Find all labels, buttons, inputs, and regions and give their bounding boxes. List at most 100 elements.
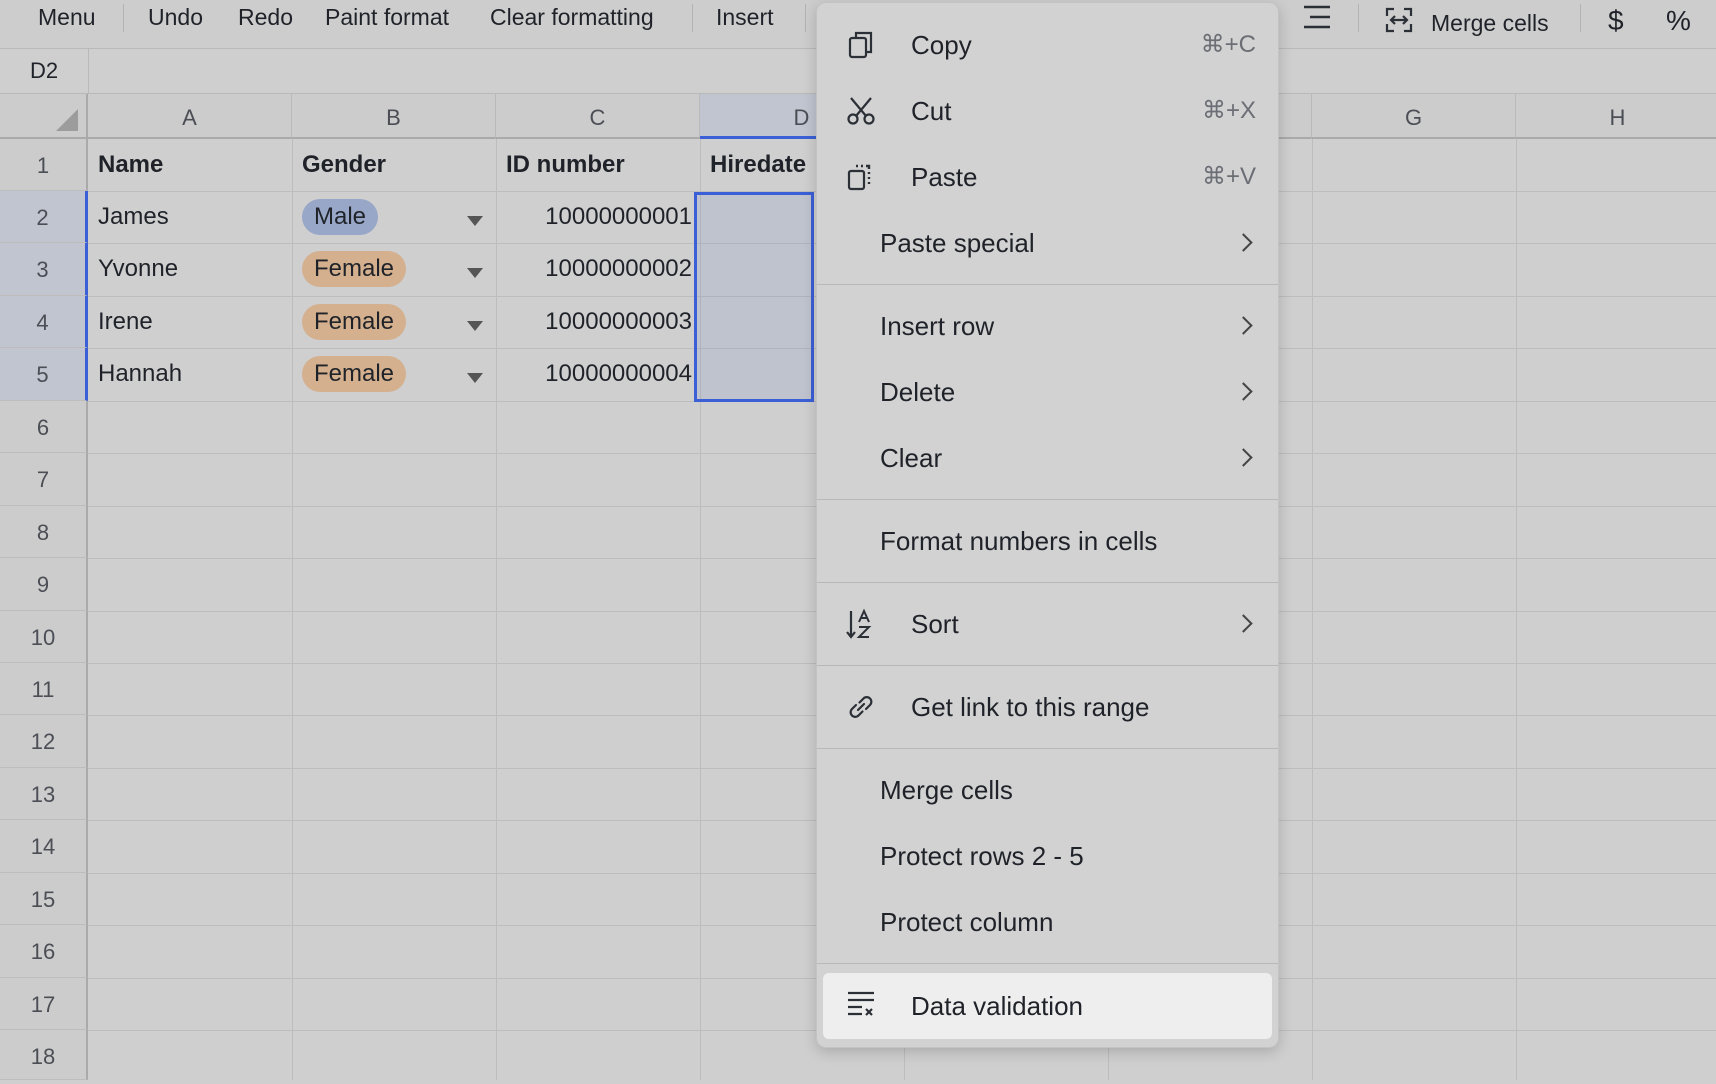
cell-name[interactable]: Hannah	[98, 348, 288, 400]
menu-button[interactable]: Menu	[38, 0, 96, 34]
dropdown-arrow-icon[interactable]	[467, 373, 483, 383]
insert-button[interactable]: Insert	[716, 0, 774, 34]
menu-item-label: Insert row	[880, 311, 995, 341]
row-header-6[interactable]: 6	[0, 401, 88, 453]
percent-format-button[interactable]: %	[1666, 4, 1691, 38]
gender-tag[interactable]: Male	[302, 199, 379, 235]
row-header-15[interactable]: 15	[0, 873, 88, 925]
merge-cells-icon[interactable]	[1384, 6, 1414, 40]
row-header-10[interactable]: 10	[0, 611, 88, 663]
row-header-14[interactable]: 14	[0, 820, 88, 873]
row-header-9[interactable]: 9	[0, 558, 88, 611]
menu-item-merge-cells[interactable]: Merge cells	[817, 760, 1278, 820]
row-header-7[interactable]: 7	[0, 453, 88, 506]
dropdown-arrow-icon[interactable]	[467, 268, 483, 278]
name-box[interactable]: D2	[0, 49, 89, 93]
data-validation-icon	[848, 991, 874, 1016]
row-header-5[interactable]: 5	[0, 348, 88, 401]
cell-id-number[interactable]: 10000000001	[506, 191, 692, 243]
row-header-3[interactable]: 3	[0, 243, 88, 296]
menu-item-get-link[interactable]: Get link to this range	[817, 677, 1278, 737]
menu-item-clear[interactable]: Clear	[817, 428, 1278, 488]
menu-item-label: Protect column	[880, 907, 1054, 937]
column-header-a[interactable]: A	[88, 94, 292, 139]
chevron-right-icon	[1234, 233, 1253, 252]
menu-separator	[817, 582, 1278, 583]
menu-item-protect-rows[interactable]: Protect rows 2 - 5	[817, 826, 1278, 886]
chevron-right-icon	[1234, 382, 1253, 401]
header-cell-hiredate[interactable]: Hiredate	[710, 139, 820, 191]
menu-item-data-validation[interactable]: Data validation	[823, 973, 1272, 1039]
toolbar-separator	[692, 4, 693, 32]
header-cell-name[interactable]: Name	[98, 139, 288, 191]
menu-item-label: Paste	[911, 162, 978, 192]
menu-item-label: Format numbers in cells	[880, 526, 1158, 556]
cell-name[interactable]: Irene	[98, 296, 288, 348]
header-cell-gender[interactable]: Gender	[302, 139, 492, 191]
currency-format-button[interactable]: $	[1608, 4, 1624, 38]
gender-tag[interactable]: Female	[302, 356, 407, 392]
menu-item-copy[interactable]: Copy ⌘+C	[817, 15, 1278, 75]
copy-icon	[848, 31, 873, 59]
menu-item-label: Sort	[911, 609, 959, 639]
menu-item-delete[interactable]: Delete	[817, 362, 1278, 422]
cell-name[interactable]: James	[98, 191, 288, 243]
header-cell-id-number[interactable]: ID number	[506, 139, 696, 191]
menu-item-label: Data validation	[911, 991, 1083, 1021]
menu-item-protect-column[interactable]: Protect column	[817, 892, 1278, 952]
select-all-corner[interactable]	[0, 94, 88, 139]
menu-separator	[817, 499, 1278, 500]
menu-item-format-numbers[interactable]: Format numbers in cells	[817, 511, 1278, 571]
menu-separator	[817, 963, 1278, 964]
gridline	[1312, 139, 1313, 1080]
row-header-8[interactable]: 8	[0, 506, 88, 558]
menu-item-label: Clear	[880, 443, 943, 473]
paste-icon	[847, 164, 871, 191]
column-header-h[interactable]: H	[1516, 94, 1716, 139]
column-header-b[interactable]: B	[292, 94, 496, 139]
toolbar-separator	[1580, 4, 1581, 32]
column-header-g[interactable]: G	[1312, 94, 1516, 139]
menu-item-paste-special[interactable]: Paste special	[817, 213, 1278, 273]
row-header-16[interactable]: 16	[0, 925, 88, 978]
menu-separator	[817, 665, 1278, 666]
menu-item-sort[interactable]: Sort	[817, 594, 1278, 654]
menu-item-label: Delete	[880, 377, 956, 407]
menu-shortcut: ⌘+V	[1201, 163, 1256, 190]
row-header-11[interactable]: 11	[0, 663, 88, 715]
gridline	[292, 139, 293, 1080]
row-header-4[interactable]: 4	[0, 296, 88, 348]
row-header-17[interactable]: 17	[0, 978, 88, 1030]
menu-item-paste[interactable]: Paste ⌘+V	[817, 147, 1278, 207]
menu-item-insert-row[interactable]: Insert row	[817, 296, 1278, 356]
cell-id-number[interactable]: 10000000004	[506, 348, 692, 400]
align-icon[interactable]	[1302, 4, 1332, 38]
cell-selection-range[interactable]	[694, 192, 814, 402]
row-header-12[interactable]: 12	[0, 715, 88, 768]
cell-id-number[interactable]: 10000000002	[506, 243, 692, 295]
clear-formatting-button[interactable]: Clear formatting	[490, 0, 654, 34]
cell-id-number[interactable]: 10000000003	[506, 296, 692, 348]
merge-cells-button[interactable]: Merge cells	[1431, 6, 1549, 40]
dropdown-arrow-icon[interactable]	[467, 216, 483, 226]
toolbar-separator	[1358, 4, 1359, 32]
undo-button[interactable]: Undo	[148, 0, 203, 34]
row-header-13[interactable]: 13	[0, 768, 88, 820]
cell-name[interactable]: Yvonne	[98, 243, 288, 295]
chevron-right-icon	[1234, 448, 1253, 467]
gender-tag[interactable]: Female	[302, 304, 407, 340]
menu-separator	[817, 748, 1278, 749]
context-menu: Copy ⌘+C Cut ⌘+X Paste ⌘+V Paste special…	[816, 2, 1279, 1048]
menu-item-cut[interactable]: Cut ⌘+X	[817, 81, 1278, 141]
row-header-18[interactable]: 18	[0, 1030, 88, 1080]
column-header-c[interactable]: C	[496, 94, 700, 139]
paint-format-button[interactable]: Paint format	[325, 0, 449, 34]
row-header-2[interactable]: 2	[0, 191, 88, 243]
redo-button[interactable]: Redo	[238, 0, 293, 34]
chevron-right-icon	[1234, 614, 1253, 633]
menu-item-label: Cut	[911, 96, 952, 126]
gender-tag[interactable]: Female	[302, 251, 407, 287]
dropdown-arrow-icon[interactable]	[467, 321, 483, 331]
row-header-1[interactable]: 1	[0, 139, 88, 191]
menu-shortcut: ⌘+C	[1200, 31, 1256, 58]
